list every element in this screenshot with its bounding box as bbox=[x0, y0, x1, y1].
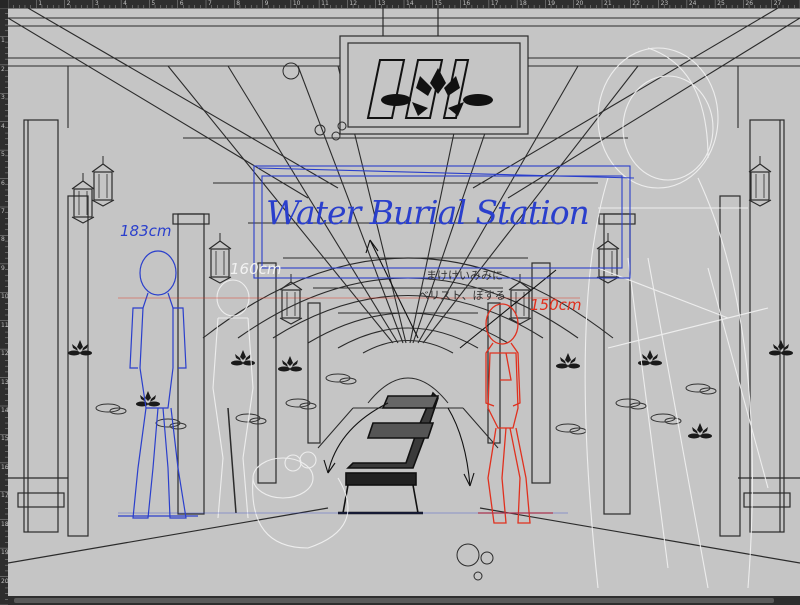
note-line-1: まけけいみみに bbox=[426, 269, 503, 282]
ruler-left-label: 2 bbox=[1, 65, 5, 73]
ruler-top-label: 18 bbox=[519, 0, 527, 7]
ruler-top-label: 15 bbox=[434, 0, 442, 7]
ruler-top-label: 6 bbox=[179, 0, 184, 7]
ruler-top-label: 9 bbox=[264, 0, 269, 7]
height-label-red: 150cm bbox=[530, 296, 582, 314]
ruler-top-label: 17 bbox=[490, 0, 499, 7]
sketch-layer bbox=[8, 8, 800, 589]
ruler-top-label: 26 bbox=[745, 0, 754, 7]
ruler-top-label: 27 bbox=[773, 0, 782, 7]
ruler-left-label: 1 bbox=[1, 37, 5, 45]
ruler-top-label: 10 bbox=[292, 0, 301, 7]
ruler-top-label: 4 bbox=[123, 0, 127, 7]
ruler-top-label: 7 bbox=[208, 0, 212, 7]
ruler-left-label: 9 bbox=[1, 264, 5, 272]
ruler-corner bbox=[0, 0, 8, 8]
left-columns bbox=[8, 119, 329, 564]
ruler-left-label: 4 bbox=[1, 122, 5, 130]
height-label-white: 160cm bbox=[230, 260, 282, 278]
ruler-left-label: 6 bbox=[1, 179, 5, 187]
staff-stroke bbox=[227, 407, 237, 514]
ruler-top-label: 21 bbox=[604, 0, 612, 7]
drawing-canvas[interactable]: Water Burial Station 183cm 160cm 150cm ま… bbox=[8, 8, 800, 596]
ruler-left-label: 3 bbox=[1, 94, 5, 102]
ruler-top-label: 2 bbox=[66, 0, 71, 7]
ruler-top-label: 20 bbox=[575, 0, 584, 7]
ruler-left-label: 7 bbox=[1, 208, 5, 215]
ruler-top-label: 5 bbox=[151, 0, 156, 7]
ruler-top-label: 24 bbox=[688, 0, 697, 7]
ruler-left-label: 5 bbox=[1, 151, 5, 159]
ruler-top-label: 19 bbox=[547, 0, 556, 7]
note-line-2: ベリスト、ぼする bbox=[418, 289, 506, 302]
station-sign bbox=[339, 8, 529, 135]
ruler-top-label: 25 bbox=[717, 0, 725, 7]
blue-figure-183cm bbox=[118, 250, 198, 519]
height-label-blue: 183cm bbox=[120, 222, 172, 240]
ruler-top-label: 14 bbox=[406, 0, 414, 7]
ruler-top-label: 22 bbox=[632, 0, 640, 7]
ruler-top-label: 12 bbox=[349, 0, 358, 7]
ruler-left-label: 8 bbox=[1, 236, 5, 244]
ruler-top-label: 13 bbox=[377, 0, 386, 7]
horizontal-scrollbar[interactable] bbox=[8, 596, 800, 605]
ruler-top-label: 3 bbox=[94, 0, 99, 7]
ruler-top-label: 23 bbox=[660, 0, 669, 7]
ruler-top-label: 16 bbox=[462, 0, 471, 7]
bench-icon bbox=[338, 391, 440, 515]
drawing-app-window: 1 2 3 4 5 6 7 8 9 10 11 12 13 14 15 16 17 18 19 20 21 22 23 24 2… bbox=[0, 0, 800, 605]
ruler-top-label: 8 bbox=[236, 0, 241, 7]
ruler-top-label: 11 bbox=[321, 0, 329, 7]
station-name-label: Water Burial Station bbox=[266, 193, 590, 232]
scrollbar-thumb[interactable] bbox=[14, 598, 774, 603]
ruler-top-label: 1 bbox=[38, 0, 43, 7]
